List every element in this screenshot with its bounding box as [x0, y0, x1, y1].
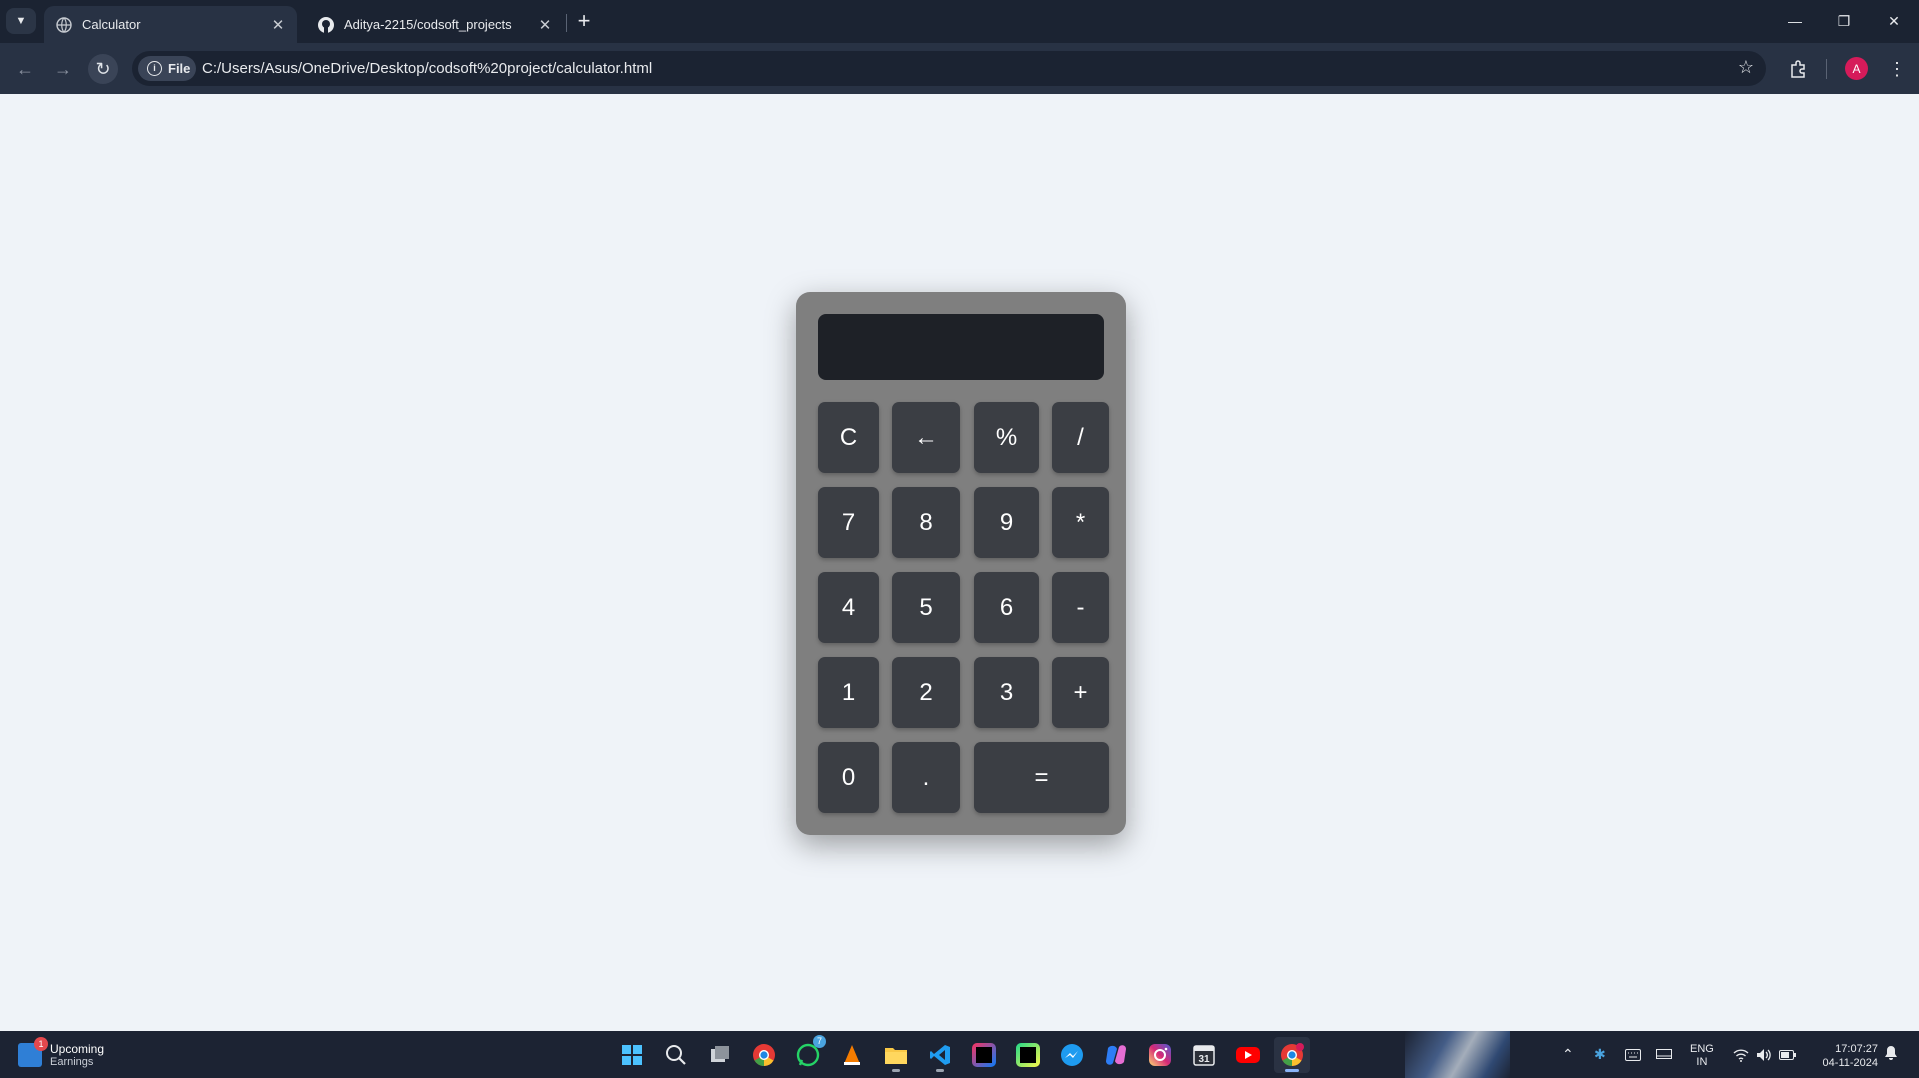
clock-time: 17:07:27 — [1835, 1043, 1878, 1055]
github-icon — [318, 16, 334, 33]
url-text[interactable]: C:/Users/Asus/OneDrive/Desktop/codsoft%2… — [202, 60, 652, 77]
running-indicator — [892, 1069, 900, 1072]
tab-github[interactable]: Aditya-2215/codsoft_projects ✕ — [306, 6, 564, 43]
chrome-profile-icon[interactable] — [1274, 1037, 1310, 1073]
intellij-icon[interactable] — [966, 1037, 1002, 1073]
windows-taskbar: 1 Upcoming Earnings 7 31 ⌃ ✱ ENG IN 17:0… — [0, 1031, 1919, 1078]
more-menu-icon[interactable]: ⋮ — [1884, 56, 1910, 82]
news-widget[interactable]: 1 Upcoming Earnings — [18, 1037, 105, 1071]
digit-2-button[interactable]: 2 — [892, 657, 960, 728]
digit-3-button[interactable]: 3 — [974, 657, 1039, 728]
task-view-icon[interactable] — [702, 1037, 738, 1073]
whatsapp-icon[interactable]: 7 — [790, 1035, 826, 1073]
volume-icon[interactable] — [1756, 1031, 1772, 1078]
file-explorer-icon[interactable] — [878, 1037, 914, 1073]
start-icon[interactable] — [614, 1037, 650, 1073]
instagram-icon[interactable] — [1142, 1037, 1178, 1073]
battery-icon[interactable] — [1779, 1031, 1797, 1078]
add-button[interactable]: + — [1052, 657, 1109, 728]
back-icon[interactable]: ← — [10, 54, 40, 84]
notifications-bell-icon[interactable] — [1884, 1045, 1898, 1065]
tab-title: Calculator — [82, 17, 141, 32]
multiply-button[interactable]: * — [1052, 487, 1109, 558]
wifi-icon[interactable] — [1733, 1031, 1749, 1078]
reload-icon[interactable]: ↻ — [88, 54, 118, 84]
widget-subtitle: Earnings — [50, 1056, 94, 1068]
minimize-icon[interactable]: — — [1777, 8, 1813, 34]
search-icon[interactable] — [658, 1037, 694, 1073]
digit-5-button[interactable]: 5 — [892, 572, 960, 643]
close-tab-icon[interactable]: ✕ — [267, 14, 289, 36]
chevron-down-icon: ▼ — [15, 15, 27, 27]
vlc-icon[interactable] — [834, 1037, 870, 1073]
profile-avatar[interactable]: A — [1845, 57, 1868, 80]
active-indicator — [1285, 1069, 1299, 1072]
decimal-button[interactable]: . — [892, 742, 960, 813]
close-tab-icon[interactable]: ✕ — [534, 14, 556, 36]
globe-icon — [56, 16, 72, 33]
messenger-icon[interactable] — [1054, 1037, 1090, 1073]
stocks-icon: 1 — [18, 1037, 48, 1067]
language-indicator[interactable]: ENG IN — [1690, 1043, 1714, 1069]
pycharm-icon[interactable] — [1010, 1037, 1046, 1073]
backspace-button[interactable]: ← — [892, 402, 960, 473]
tab-title: Aditya-2215/codsoft_projects — [344, 17, 512, 32]
digit-7-button[interactable]: 7 — [818, 487, 879, 558]
digit-8-button[interactable]: 8 — [892, 487, 960, 558]
site-info-label: File — [168, 61, 191, 76]
site-info-chip[interactable]: i File — [138, 56, 196, 81]
equals-button[interactable]: = — [974, 742, 1109, 813]
digit-4-button[interactable]: 4 — [818, 572, 879, 643]
calendar-icon[interactable]: 31 — [1186, 1037, 1222, 1073]
address-bar[interactable]: i File C:/Users/Asus/OneDrive/Desktop/co… — [132, 51, 1766, 86]
clock-date: 04-11-2024 — [1822, 1057, 1878, 1069]
digit-6-button[interactable]: 6 — [974, 572, 1039, 643]
tab-divider — [566, 14, 567, 32]
wallpaper-peek — [1405, 1031, 1510, 1078]
calculator-display — [818, 314, 1104, 380]
info-icon: i — [147, 61, 162, 76]
percent-button[interactable]: % — [974, 402, 1039, 473]
keyboard-icon[interactable] — [1625, 1031, 1641, 1078]
show-hidden-icons-icon[interactable]: ⌃ — [1562, 1031, 1574, 1078]
tab-calculator[interactable]: Calculator ✕ — [44, 6, 297, 43]
clear-button[interactable]: C — [818, 402, 879, 473]
forward-icon[interactable]: → — [48, 54, 78, 84]
widget-badge: 1 — [34, 1037, 48, 1051]
bluetooth-icon[interactable]: ✱ — [1594, 1031, 1606, 1078]
digit-9-button[interactable]: 9 — [974, 487, 1039, 558]
taskbar-apps: 7 31 — [614, 1035, 1310, 1073]
toolbar-divider — [1826, 59, 1827, 79]
close-window-icon[interactable]: ✕ — [1876, 8, 1912, 34]
copilot-icon[interactable] — [1098, 1037, 1134, 1073]
chrome-icon[interactable] — [746, 1037, 782, 1073]
digit-1-button[interactable]: 1 — [818, 657, 879, 728]
digit-0-button[interactable]: 0 — [818, 742, 879, 813]
youtube-icon[interactable] — [1230, 1037, 1266, 1073]
calculator: C ← % / 7 8 9 * 4 5 6 - 1 2 3 + 0 . = — [796, 292, 1126, 835]
system-clock[interactable]: 17:07:27 04-11-2024 — [1810, 1042, 1878, 1070]
divide-button[interactable]: / — [1052, 402, 1109, 473]
widget-title: Upcoming — [50, 1042, 105, 1056]
notification-badge: 7 — [813, 1035, 826, 1048]
tab-search-button[interactable]: ▼ — [6, 8, 36, 34]
vscode-icon[interactable] — [922, 1037, 958, 1073]
new-tab-button[interactable]: + — [572, 10, 596, 34]
language-code: ENG — [1690, 1043, 1714, 1055]
bookmark-star-icon[interactable]: ☆ — [1738, 57, 1754, 78]
subtract-button[interactable]: - — [1052, 572, 1109, 643]
display-icon[interactable] — [1656, 1031, 1672, 1078]
running-indicator — [936, 1069, 944, 1072]
extensions-icon[interactable] — [1785, 56, 1811, 82]
region-code: IN — [1696, 1056, 1708, 1068]
browser-toolbar: ← → ↻ i File C:/Users/Asus/OneDrive/Desk… — [0, 43, 1919, 94]
svg-text:31: 31 — [1198, 1054, 1210, 1065]
restore-icon[interactable]: ❐ — [1826, 8, 1862, 34]
browser-tab-strip: ▼ Calculator ✕ Aditya-2215/codsoft_proje… — [0, 0, 1919, 43]
